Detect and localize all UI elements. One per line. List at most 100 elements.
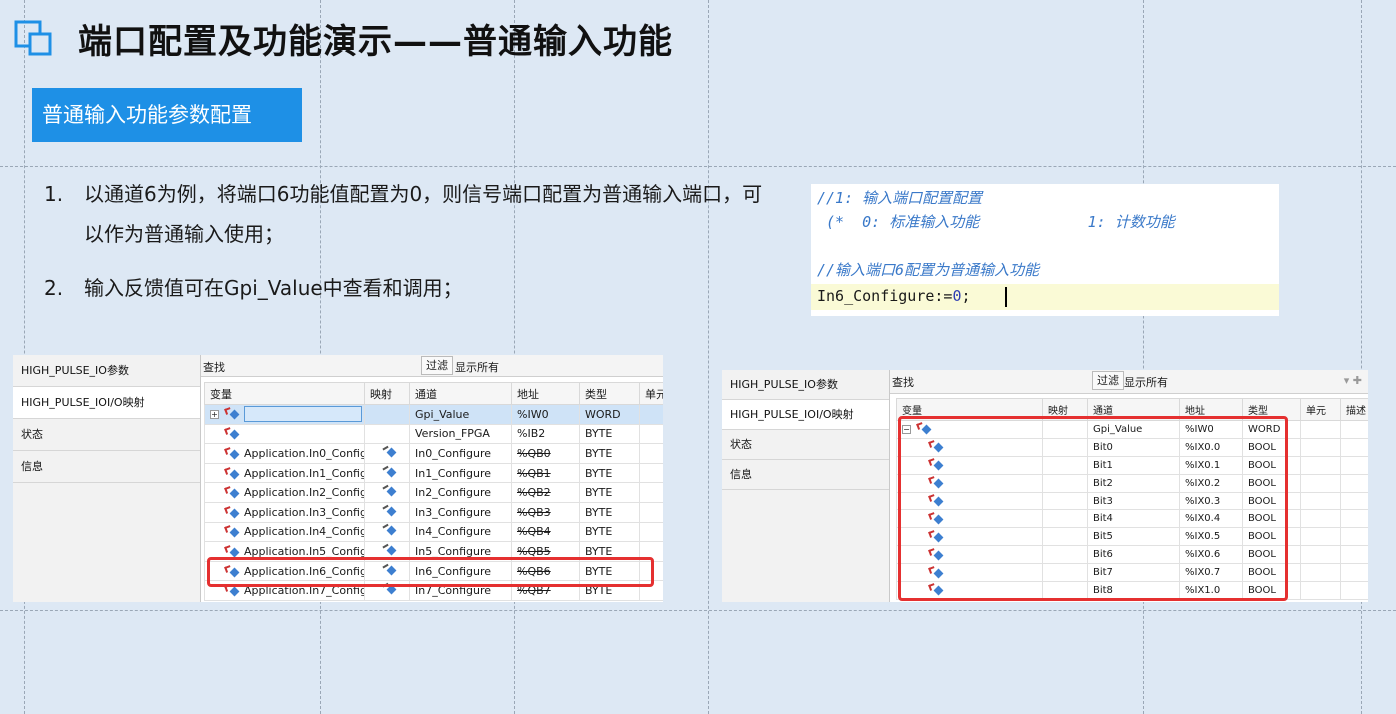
column-header-unit[interactable]: 单元 [639,382,663,405]
table-row[interactable]: Application.In3_Configure In3_Configure%Q… [204,501,663,523]
unit-cell[interactable] [1300,455,1341,475]
channel-cell[interactable]: In1_Configure [409,462,512,484]
address-cell[interactable]: %IB2 [511,423,580,445]
description-cell[interactable] [1340,527,1368,547]
description-cell[interactable] [1340,563,1368,583]
instruction-list: 1. 以通道6为例，将端口6功能值配置为0，则信号端口配置为普通输入端口，可以作… [44,174,764,322]
table-row[interactable]: Application.In2_Configure In2_Configure%Q… [204,482,663,503]
channel-cell[interactable]: In3_Configure [409,501,512,523]
unit-cell[interactable] [1300,473,1341,493]
unit-cell[interactable] [1300,420,1341,439]
mapping-icon [381,484,397,497]
description-cell[interactable] [1340,455,1368,475]
tab-info[interactable]: 信息 [13,451,200,483]
tab-parameters[interactable]: HIGH_PULSE_IO参数 [722,370,889,400]
description-cell[interactable] [1340,473,1368,493]
type-cell[interactable]: BYTE [579,443,640,464]
mapping-cell[interactable] [364,521,410,543]
tab-io-mapping[interactable]: HIGH_PULSE_IOI/O映射 [722,400,889,430]
description-cell[interactable] [1340,545,1368,565]
unit-cell[interactable] [1300,581,1341,600]
unit-cell[interactable] [1300,563,1341,583]
type-cell[interactable]: BYTE [579,423,640,445]
column-header-variable[interactable]: 变量 [204,382,365,405]
tab-parameters[interactable]: HIGH_PULSE_IO参数 [13,355,200,387]
code-editor[interactable]: //1: 输入端口配置配置 (* 0: 标准输入功能 1: 计数功能 //输入端… [811,184,1279,316]
unit-cell[interactable] [1300,437,1341,457]
unit-cell[interactable] [639,501,663,523]
address-cell[interactable]: %QB3 [511,501,580,523]
description-cell[interactable] [1340,509,1368,529]
unit-cell[interactable] [639,423,663,445]
channel-cell[interactable]: Version_FPGA [409,423,512,445]
column-header-type[interactable]: 类型 [579,382,640,405]
filter-button[interactable]: 过滤 [421,356,453,375]
table-row[interactable]: Application.In0_Configure In0_Configure%Q… [204,443,663,464]
find-label[interactable]: 查找 [203,359,225,375]
variable-cell[interactable]: Application.In3_Configure [204,501,365,523]
show-all-dropdown[interactable]: 显示所有 [1124,374,1168,390]
code-variable: In6_Configure [817,287,935,305]
mapping-cell[interactable] [364,423,410,445]
find-label[interactable]: 查找 [892,374,914,390]
type-cell[interactable]: BYTE [579,501,640,523]
channel-cell[interactable]: Gpi_Value [409,404,512,425]
address-cell[interactable]: %QB0 [511,443,580,464]
type-cell[interactable]: BYTE [579,462,640,484]
description-cell[interactable] [1340,420,1368,439]
variable-name-input[interactable] [244,406,362,423]
description-cell[interactable] [1340,437,1368,457]
unit-cell[interactable] [639,443,663,464]
address-cell[interactable]: %QB1 [511,462,580,484]
variable-cell[interactable]: Application.In1_Configure [204,462,365,484]
unit-cell[interactable] [639,521,663,543]
expand-icon[interactable]: + [210,409,219,419]
mapping-cell[interactable] [364,404,410,425]
address-cell[interactable]: %QB4 [511,521,580,543]
filter-button[interactable]: 过滤 [1092,371,1124,390]
unit-cell[interactable] [639,482,663,503]
unit-cell[interactable] [1300,491,1341,511]
tab-info[interactable]: 信息 [722,460,889,490]
unit-cell[interactable] [1300,527,1341,547]
unit-cell[interactable] [1300,509,1341,529]
tab-status[interactable]: 状态 [13,419,200,451]
column-header-description[interactable]: 描述 [1340,398,1368,421]
table-row[interactable]: Application.In4_Configure In4_Configure%Q… [204,521,663,543]
variable-cell[interactable]: Application.In4_Configure [204,521,365,543]
unit-cell[interactable] [639,404,663,425]
channel-cell[interactable]: In4_Configure [409,521,512,543]
column-header-unit[interactable]: 单元 [1300,398,1341,421]
variable-cell[interactable]: Application.In2_Configure [204,482,365,503]
show-all-dropdown[interactable]: 显示所有 [455,359,499,375]
column-header-address[interactable]: 地址 [511,382,580,405]
type-cell[interactable]: BYTE [579,482,640,503]
table-row[interactable]: Application.In1_Configure In1_Configure%Q… [204,462,663,484]
variable-cell[interactable] [204,423,365,445]
channel-cell[interactable]: In0_Configure [409,443,512,464]
tab-io-mapping[interactable]: HIGH_PULSE_IOI/O映射 [13,387,200,419]
address-cell[interactable]: %QB2 [511,482,580,503]
type-cell[interactable]: BYTE [579,521,640,543]
table-row[interactable]: Version_FPGA %IB2 BYTE [204,423,663,445]
description-cell[interactable] [1340,491,1368,511]
description-cell[interactable] [1340,581,1368,600]
variable-cell[interactable]: + [204,404,365,425]
mapping-cell[interactable] [364,462,410,484]
variable-name: Application.In4_Configure [244,525,364,539]
address-cell[interactable]: %IW0 [511,404,580,425]
column-header-mapping[interactable]: 映射 [364,382,410,405]
variable-icon [224,486,241,499]
add-icon[interactable]: ▾ ✚ [1344,374,1362,387]
mapping-cell[interactable] [364,482,410,503]
mapping-cell[interactable] [364,443,410,464]
mapping-cell[interactable] [364,501,410,523]
table-row[interactable]: + Gpi_Value %IW0 WORD [204,404,663,425]
tab-status[interactable]: 状态 [722,430,889,460]
unit-cell[interactable] [1300,545,1341,565]
variable-cell[interactable]: Application.In0_Configure [204,443,365,464]
channel-cell[interactable]: In2_Configure [409,482,512,503]
unit-cell[interactable] [639,462,663,484]
type-cell[interactable]: WORD [579,404,640,425]
column-header-channel[interactable]: 通道 [409,382,512,405]
